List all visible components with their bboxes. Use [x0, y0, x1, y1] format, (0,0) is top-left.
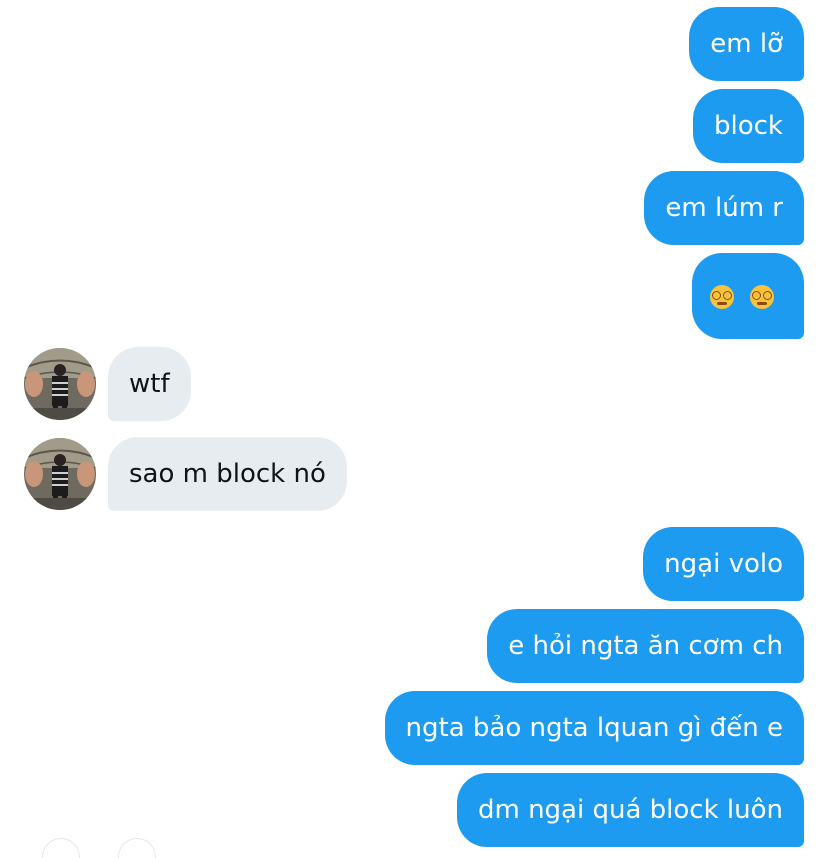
avatar[interactable] [24, 348, 96, 420]
partial-icon [118, 838, 156, 858]
message-bubble-outgoing[interactable]: block [693, 89, 804, 163]
chat-thread: em lỡ block em lúm r wtf sao m block nó … [0, 0, 828, 858]
dizzy-face-icon [750, 284, 775, 309]
dizzy-face-icon [710, 284, 734, 309]
message-bubble-outgoing[interactable]: dm ngại quá block luôn [456, 773, 804, 847]
message-bubble-incoming[interactable]: sao m block nó [108, 437, 347, 511]
message-bubble-outgoing[interactable]: e hỏi ngta ăn cơm ch [487, 609, 804, 683]
message-bubble-outgoing[interactable]: ngại volo [643, 527, 804, 601]
message-bubble-outgoing-emoji[interactable] [692, 253, 804, 339]
partial-avatar [42, 838, 80, 858]
message-bubble-outgoing[interactable]: em lỡ [689, 7, 804, 81]
message-bubble-incoming[interactable]: wtf [108, 347, 191, 421]
message-bubble-outgoing[interactable]: ngta bảo ngta lquan gì đến e [384, 691, 804, 765]
message-bubble-outgoing[interactable]: em lúm r [644, 171, 804, 245]
avatar[interactable] [24, 438, 96, 510]
